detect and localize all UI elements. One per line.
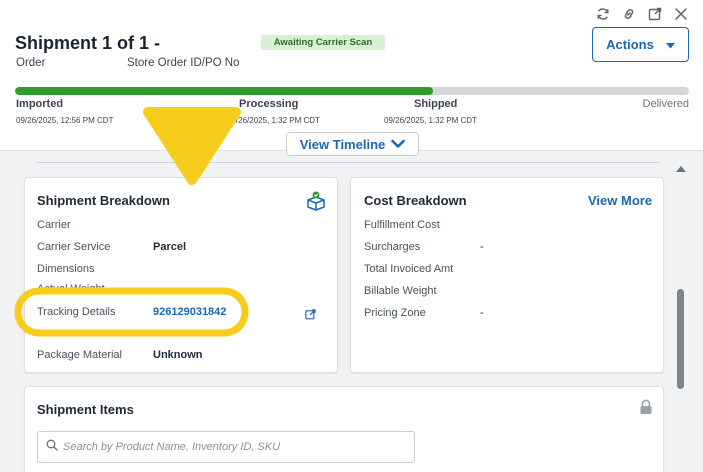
actual-weight-label: Actual Weight xyxy=(37,283,105,292)
pricing-zone-label: Pricing Zone xyxy=(364,307,426,319)
stage-imported-date: 09/26/2025, 12:56 PM CDT xyxy=(16,116,114,125)
package-material-label: Package Material xyxy=(37,349,122,361)
total-invoiced-label: Total Invoiced Amt xyxy=(364,263,454,275)
caret-down-icon xyxy=(665,37,675,52)
status-badge: Awaiting Carrier Scan xyxy=(261,35,385,50)
stage-processing: Processing xyxy=(239,98,299,110)
shipment-header: Shipment 1 of 1 - Awaiting Carrier Scan … xyxy=(0,0,703,150)
stage-delivered: Delivered xyxy=(642,98,689,110)
stage-shipped: Shipped xyxy=(414,98,458,110)
actions-button[interactable]: Actions xyxy=(592,27,689,62)
link-icon[interactable] xyxy=(621,6,637,22)
carrier-service-value: Parcel xyxy=(153,241,187,253)
scrollbar-thumb[interactable] xyxy=(677,289,684,389)
stage-imported: Imported xyxy=(16,98,64,110)
tracking-details-label: Tracking Details xyxy=(37,306,116,318)
stage-shipped-date: 09/26/2025, 1:32 PM CDT xyxy=(384,116,477,125)
cost-breakdown-card: Cost Breakdown View More Fulfillment Cos… xyxy=(350,177,664,373)
shipment-progress-bar xyxy=(15,87,689,95)
order-label: Order xyxy=(16,57,46,69)
refresh-icon[interactable] xyxy=(595,6,611,22)
cost-breakdown-title: Cost Breakdown xyxy=(364,193,467,208)
progress-fill xyxy=(15,87,433,95)
shipment-breakdown-card: Shipment Breakdown Carrier Carrier Servi… xyxy=(24,177,338,373)
chevron-down-icon xyxy=(391,137,406,152)
dimensions-label: Dimensions xyxy=(37,263,95,275)
fulfillment-cost-label: Fulfillment Cost xyxy=(364,219,440,231)
product-search-field[interactable] xyxy=(37,431,415,463)
scroll-up-arrow[interactable] xyxy=(676,166,686,172)
billable-weight-label: Billable Weight xyxy=(364,285,437,297)
shipment-items-card: Shipment Items xyxy=(24,386,664,472)
shipment-breakdown-title: Shipment Breakdown xyxy=(37,193,170,208)
surcharges-label: Surcharges xyxy=(364,241,421,253)
search-icon xyxy=(46,438,58,456)
carrier-label: Carrier xyxy=(37,219,71,231)
actions-label: Actions xyxy=(606,37,654,52)
view-timeline-label: View Timeline xyxy=(299,136,386,152)
stage-processing-date: 09/26/2025, 1:32 PM CDT xyxy=(227,116,320,125)
tracking-number-link[interactable]: 926129031842 xyxy=(153,306,226,318)
view-timeline-button[interactable]: View Timeline xyxy=(286,132,419,156)
close-icon[interactable] xyxy=(673,6,689,22)
surcharges-value: - xyxy=(480,241,484,253)
external-link-icon[interactable] xyxy=(305,307,316,325)
window-controls xyxy=(595,6,689,22)
carrier-service-label: Carrier Service xyxy=(37,241,111,253)
po-label: Store Order ID/PO No xyxy=(127,57,240,69)
lock-icon xyxy=(639,399,653,420)
pricing-zone-value: - xyxy=(480,307,484,319)
external-open-icon[interactable] xyxy=(647,6,663,22)
divider xyxy=(36,162,660,163)
view-more-link[interactable]: View More xyxy=(588,193,652,208)
product-search-input[interactable] xyxy=(63,441,403,453)
package-material-value: Unknown xyxy=(153,349,203,361)
shipment-content[interactable]: Shipment Breakdown Carrier Carrier Servi… xyxy=(0,150,703,472)
page-title: Shipment 1 of 1 - xyxy=(15,33,161,53)
shipment-items-title: Shipment Items xyxy=(37,402,134,417)
package-icon xyxy=(305,191,327,216)
